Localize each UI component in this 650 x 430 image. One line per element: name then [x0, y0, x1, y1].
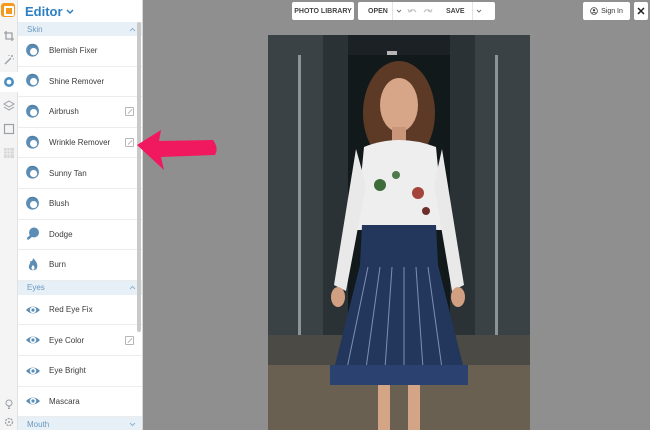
editor-dropdown[interactable]: Editor: [18, 0, 142, 22]
user-icon: [590, 7, 598, 15]
settings-gear-icon[interactable]: [0, 412, 18, 430]
flame-icon: [25, 257, 41, 273]
section-title: Eyes: [27, 283, 45, 293]
fashion-photo-image: [268, 35, 530, 430]
eye-icon: [25, 332, 41, 348]
tool-label: Eye Bright: [49, 366, 86, 376]
tool-label: Blush: [49, 199, 70, 209]
tool-rail: [0, 0, 18, 430]
tool-item-mascara[interactable]: Mascara: [18, 387, 142, 418]
frame-icon[interactable]: [0, 119, 18, 139]
save-dropdown-chevron-icon[interactable]: [472, 2, 484, 20]
tool-label: Burn: [49, 260, 66, 270]
tool-label: Mascara: [49, 396, 80, 406]
save-button[interactable]: SAVE: [436, 8, 472, 15]
chevron-up-icon: [129, 286, 136, 290]
photo-library-button[interactable]: PHOTO LIBRARY: [292, 2, 354, 20]
undo-icon[interactable]: [404, 8, 420, 14]
eye-icon: [25, 363, 41, 379]
pink-arrow-annotation-icon: [137, 130, 217, 170]
section-title: Skin: [27, 24, 43, 34]
app-logo-icon: [1, 3, 15, 17]
tool-item-red-eye-fix[interactable]: Red Eye Fix: [18, 295, 142, 326]
open-save-group: OPEN SAVE: [358, 2, 495, 20]
open-dropdown-chevron-icon[interactable]: [392, 2, 404, 20]
eye-icon: [25, 393, 41, 409]
sign-in-label: Sign In: [601, 7, 623, 15]
tool-label: Airbrush: [49, 107, 79, 117]
face-icon: [25, 165, 41, 181]
tool-item-airbrush[interactable]: Airbrush: [18, 97, 142, 128]
tool-item-blush[interactable]: Blush: [18, 189, 142, 220]
editor-panel: Editor Skin Blemish Fixer Shine Remover Ai…: [18, 0, 143, 430]
face-icon: [25, 43, 41, 59]
tool-label: Wrinkle Remover: [49, 138, 111, 148]
tool-label: Sunny Tan: [49, 168, 87, 178]
texture-icon[interactable]: [0, 143, 18, 163]
tool-item-blemish-fixer[interactable]: Blemish Fixer: [18, 36, 142, 67]
photo-canvas[interactable]: [268, 35, 530, 430]
open-button[interactable]: OPEN: [358, 8, 392, 15]
redo-icon[interactable]: [420, 8, 436, 14]
section-skin-header[interactable]: Skin: [18, 22, 142, 36]
tool-item-burn[interactable]: Burn: [18, 250, 142, 281]
face-icon: [25, 104, 41, 120]
magnifier-icon: [25, 226, 41, 242]
face-icon: [25, 196, 41, 212]
brush-settings-icon[interactable]: [125, 335, 134, 345]
tool-item-shine-remover[interactable]: Shine Remover: [18, 67, 142, 98]
tool-label: Eye Color: [49, 335, 85, 345]
tool-item-sunny-tan[interactable]: Sunny Tan: [18, 158, 142, 189]
panel-scrollbar[interactable]: [137, 22, 141, 332]
chevron-down-icon: [129, 422, 136, 426]
tool-item-eye-bright[interactable]: Eye Bright: [18, 356, 142, 387]
lightbulb-icon[interactable]: [0, 394, 18, 414]
panel-title: Editor: [25, 3, 63, 19]
section-mouth-header[interactable]: Mouth: [18, 417, 142, 430]
eye-icon: [25, 302, 41, 318]
tool-label: Blemish Fixer: [49, 46, 98, 56]
face-icon: [25, 135, 41, 151]
section-title: Mouth: [27, 419, 50, 429]
tool-label: Dodge: [49, 229, 73, 239]
tool-label: Shine Remover: [49, 76, 105, 86]
chevron-down-icon: [66, 8, 74, 14]
section-eyes-header[interactable]: Eyes: [18, 280, 142, 295]
layers-icon[interactable]: [0, 96, 18, 116]
tool-label: Red Eye Fix: [49, 305, 93, 315]
face-icon: [25, 73, 41, 89]
crop-tool-icon[interactable]: [0, 26, 18, 46]
chevron-up-icon: [129, 27, 136, 31]
touch-up-face-icon[interactable]: [0, 72, 18, 92]
brush-settings-icon[interactable]: [125, 107, 134, 117]
tool-item-wrinkle-remover[interactable]: Wrinkle Remover: [18, 128, 142, 159]
magic-wand-icon[interactable]: [0, 50, 18, 70]
sign-in-button[interactable]: Sign In: [583, 2, 630, 20]
tool-item-eye-color[interactable]: Eye Color: [18, 325, 142, 356]
tool-item-dodge[interactable]: Dodge: [18, 220, 142, 251]
close-button[interactable]: ✕: [634, 2, 648, 20]
